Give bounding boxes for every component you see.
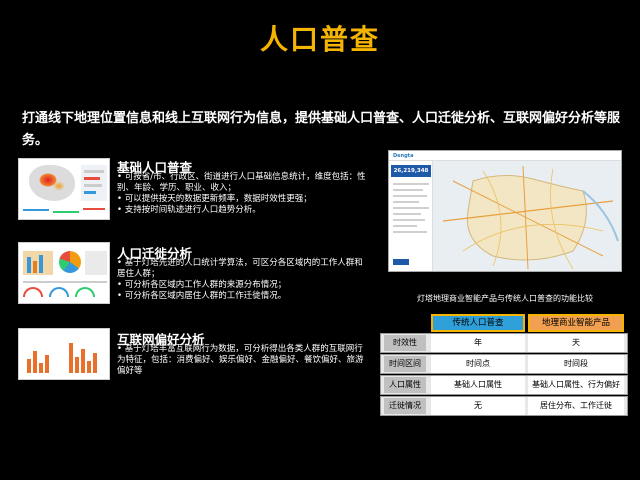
header-smart-product: 地理商业智能产品 [528,314,624,332]
cell-smart: 时间段 [528,355,624,373]
basic-census-bullets: 可按省/市、行政区、街道进行人口基础信息统计，维度包括：性别、年龄、学历、职业、… [117,172,367,216]
row-label-migration: 迁徙情况 [384,398,426,414]
bullet-item: 可以提供按天的数据更新频率，数据时效性更强； [117,194,367,205]
preference-thumbnail [18,328,110,380]
dengta-logo: Dengta [393,153,414,159]
row-label-time-range: 时间区间 [384,356,426,372]
bullet-item: 支持按时间轨迹进行人口趋势分析。 [117,205,367,216]
bullet-item: 基于灯塔先进的人口统计学算法，可区分各区域内的工作人群和居住人群； [117,258,367,280]
product-map-screenshot: Dengta 26,219,348人 [388,150,622,272]
cell-smart: 天 [528,334,624,352]
bullet-item: 可分析各区域内工作人群的来源分布情况； [117,280,367,291]
migration-thumbnail [18,242,110,304]
cell-traditional: 年 [431,334,525,352]
intro-text: 打通线下地理位置信息和线上互联网行为信息，提供基础人口普查、人口迁徙分析、互联网… [22,111,621,148]
cell-traditional: 时间点 [431,355,525,373]
bullet-item: 基于灯塔丰富互联网行为数据，可分析得出各类人群的互联网行为特征，包括：消费偏好、… [117,344,367,377]
header-traditional-census: 传统人口普查 [431,314,525,332]
population-count: 26,219,348人 [391,165,431,186]
census-heatmap-thumbnail [18,158,110,220]
comparison-caption: 灯塔地理商业智能产品与传统人口普查的功能比较 [417,294,593,303]
cell-traditional: 基础人口属性 [431,376,525,394]
row-label-timeliness: 时效性 [384,335,426,351]
row-label-attributes: 人口属性 [384,377,426,393]
cell-traditional: 无 [431,397,525,415]
page-title: 人口普查 [259,23,380,56]
preference-bullets: 基于灯塔丰富互联网行为数据，可分析得出各类人群的互联网行为特征，包括：消费偏好、… [117,344,367,377]
bullet-item: 可分析各区域内居住人群的工作迁徙情况。 [117,291,367,302]
bullet-item: 可按省/市、行政区、街道进行人口基础信息统计，维度包括：性别、年龄、学历、职业、… [117,172,367,194]
cell-smart: 居住分布、工作迁徙 [528,397,624,415]
cell-smart: 基础人口属性、行为偏好 [528,376,624,394]
city-map [433,161,621,271]
migration-bullets: 基于灯塔先进的人口统计学算法，可区分各区域内的工作人群和居住人群； 可分析各区域… [117,258,367,302]
